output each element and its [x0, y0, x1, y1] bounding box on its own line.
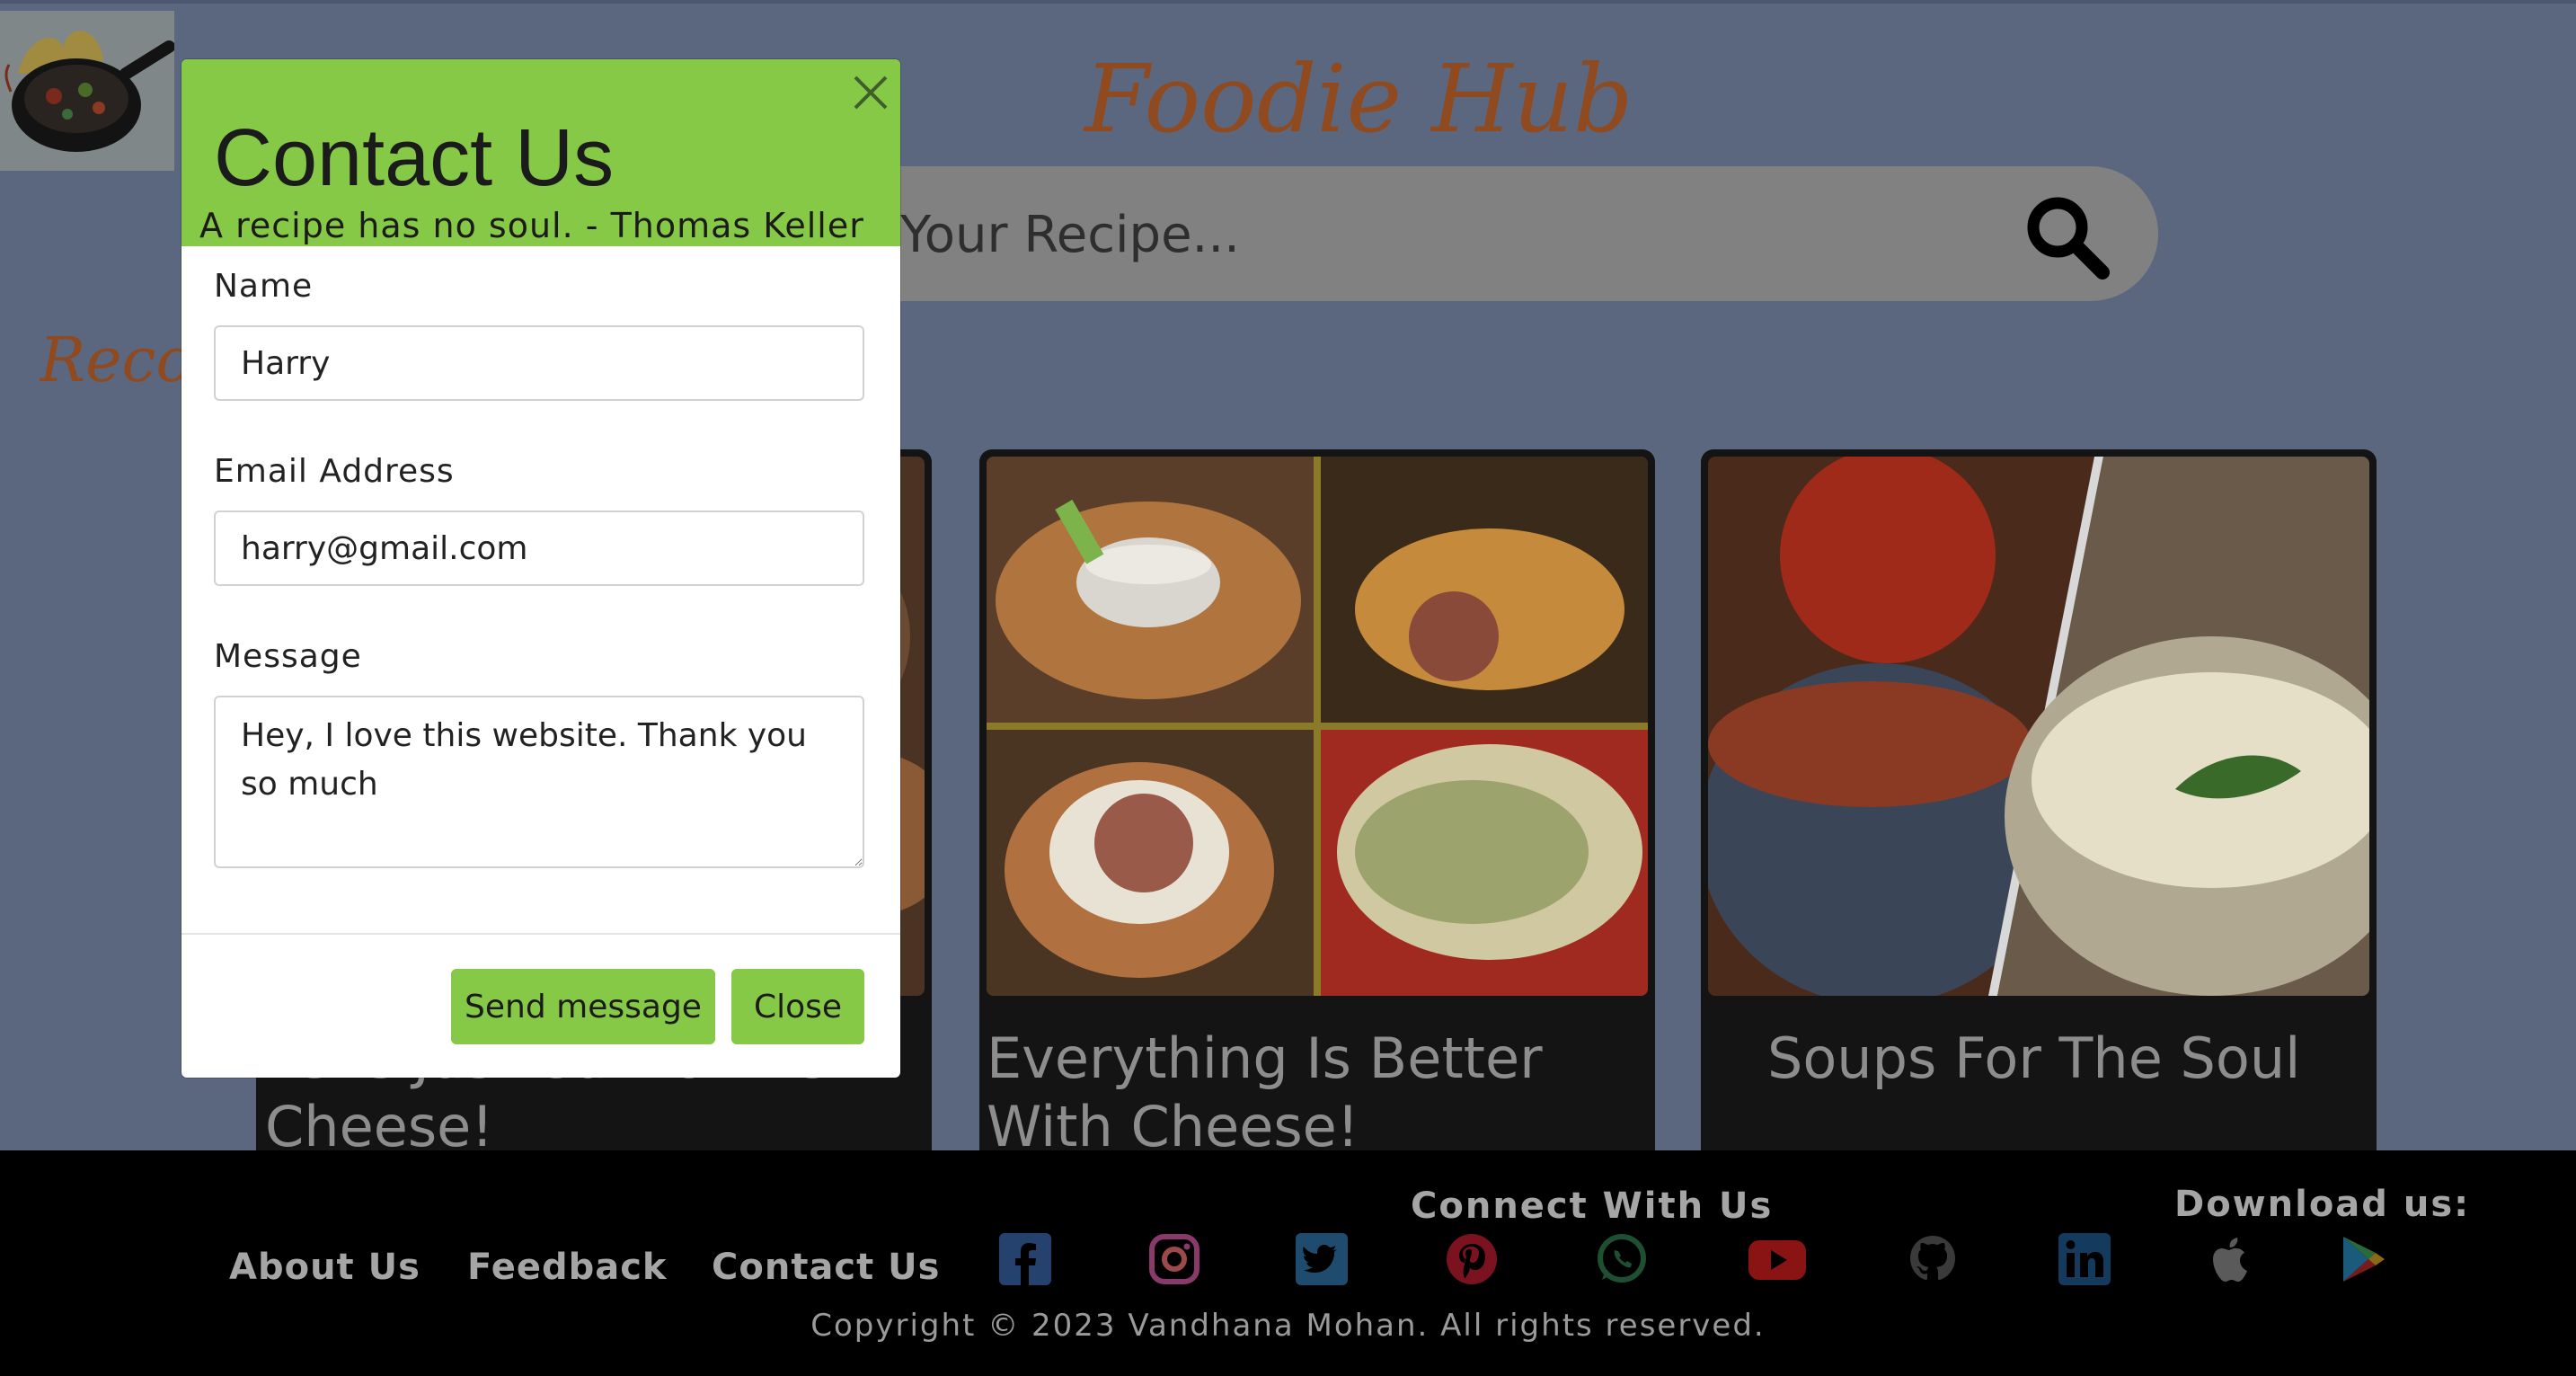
modal-footer-divider — [181, 933, 900, 935]
linkedin-icon[interactable] — [2058, 1233, 2111, 1285]
send-message-button[interactable]: Send message — [451, 969, 715, 1044]
footer-link-feedback[interactable]: Feedback — [467, 1240, 668, 1294]
github-icon[interactable] — [1907, 1233, 1959, 1285]
youtube-icon[interactable] — [1748, 1233, 1806, 1285]
contact-modal: Contact Us A recipe has no soul. - Thoma… — [181, 59, 900, 1078]
instagram-icon[interactable] — [1148, 1233, 1200, 1285]
site-title: Foodie Hub — [1084, 44, 1633, 154]
name-field[interactable] — [214, 325, 864, 401]
email-label: Email Address — [214, 453, 455, 490]
email-field[interactable] — [214, 510, 864, 586]
message-label: Message — [214, 638, 362, 675]
download-heading: Download us: — [2174, 1184, 2471, 1225]
modal-title: Contact Us — [214, 113, 615, 203]
top-border — [0, 0, 2576, 4]
twitter-icon[interactable] — [1296, 1233, 1348, 1285]
footer-link-about-us[interactable]: About Us — [229, 1240, 420, 1294]
modal-header: Contact Us A recipe has no soul. - Thoma… — [181, 59, 900, 246]
google-play-icon[interactable] — [2336, 1233, 2388, 1285]
footer-link-contact-us[interactable]: Contact Us — [712, 1240, 940, 1294]
recipe-card-title: Soups For The Soul — [1767, 1025, 2301, 1091]
name-label: Name — [214, 268, 314, 305]
recipe-card[interactable]: Soups For The Soul — [1701, 449, 2377, 1150]
recipe-card-title: Everything Is Better With Cheese! — [987, 1025, 1543, 1150]
facebook-icon[interactable] — [999, 1233, 1051, 1285]
site-logo[interactable] — [0, 11, 175, 171]
close-button[interactable]: Close — [731, 969, 864, 1044]
copyright-text: Copyright © 2023 Vandhana Mohan. All rig… — [810, 1308, 1766, 1344]
modal-quote: A recipe has no soul. - Thomas Keller — [199, 206, 864, 245]
recipe-image — [1708, 457, 2369, 996]
recipe-card[interactable]: Everything Is Better With Cheese! — [979, 449, 1655, 1150]
pinterest-icon[interactable] — [1446, 1233, 1498, 1285]
search-input[interactable] — [899, 184, 1962, 285]
search-icon[interactable] — [2023, 193, 2110, 280]
whatsapp-icon[interactable] — [1596, 1233, 1648, 1285]
connect-heading: Connect With Us — [1411, 1185, 1774, 1227]
close-icon[interactable] — [848, 70, 893, 115]
message-field[interactable]: Hey, I love this website. Thank you so m… — [214, 696, 864, 868]
apple-icon[interactable] — [2206, 1233, 2258, 1285]
recipe-image — [987, 457, 1648, 996]
